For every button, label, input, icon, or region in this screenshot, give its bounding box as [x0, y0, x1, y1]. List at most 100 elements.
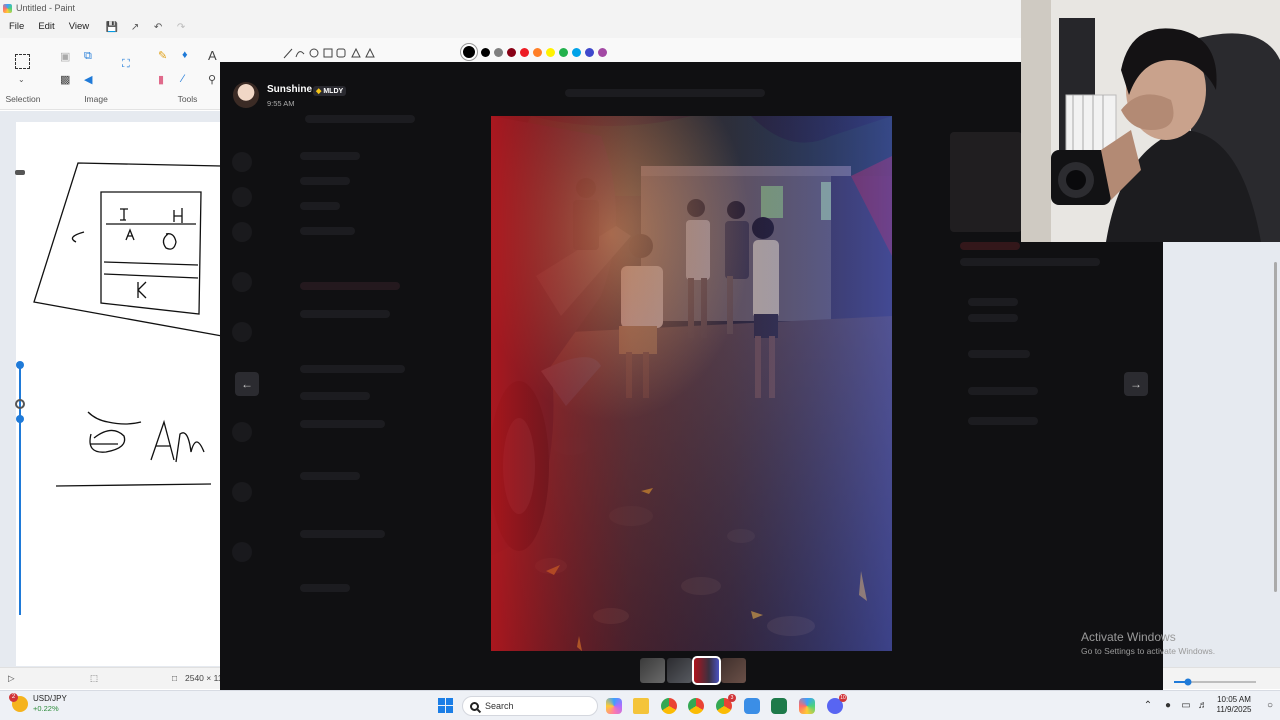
thumbnail[interactable]: [667, 658, 692, 683]
text-icon[interactable]: A: [208, 48, 217, 63]
author-name[interactable]: Sunshine: [267, 84, 312, 95]
server-icon: [232, 322, 252, 342]
taskbar-search[interactable]: Search: [462, 696, 598, 716]
volume-icon[interactable]: ♬: [1197, 700, 1209, 712]
profile-line: [968, 387, 1038, 395]
clock-time: 10:05 AM: [1217, 695, 1251, 704]
night-street-photo: [491, 116, 892, 651]
windows-start-icon[interactable]: [438, 698, 453, 713]
zoom-slider[interactable]: [1170, 678, 1260, 686]
snipping-tool-icon[interactable]: [744, 698, 760, 714]
notification-badge: 10: [839, 694, 847, 702]
channel-row: [305, 115, 415, 123]
channel-row: [300, 202, 340, 210]
server-icon: [232, 152, 252, 172]
chevron-up-icon[interactable]: ⌃: [1142, 700, 1154, 712]
paint-icon[interactable]: [799, 698, 815, 714]
shapes-gallery[interactable]: [282, 46, 382, 60]
avatar[interactable]: [233, 82, 259, 108]
notification-badge: 2: [9, 692, 18, 702]
canvas-size-icon: □: [172, 673, 178, 683]
arrow-right-icon[interactable]: →: [1124, 372, 1148, 396]
tools-label: Tools: [177, 94, 198, 104]
crop-icon[interactable]: ▣: [60, 50, 70, 63]
webcam-image: [1021, 0, 1280, 242]
watermark-title: Activate Windows: [1081, 630, 1176, 644]
notification-badge: 3: [728, 694, 736, 702]
scrollbar-thumb[interactable]: [1274, 262, 1277, 592]
desktop: Untitled - Paint File Edit View 💾 ↗ ↶ ↷ …: [0, 0, 1280, 720]
server-icon: [232, 542, 252, 562]
chrome-icon[interactable]: [661, 698, 677, 714]
undo-icon[interactable]: ↶: [151, 20, 165, 34]
chrome-profile-icon[interactable]: 3: [716, 694, 736, 714]
color-swatch[interactable]: [481, 47, 490, 57]
image-select-icon[interactable]: ⛶: [122, 58, 130, 71]
color-swatch[interactable]: [507, 47, 516, 57]
color-palette: [460, 43, 607, 61]
clock-date: 11/9/2025: [1216, 705, 1252, 714]
selection-icon[interactable]: [15, 54, 30, 69]
primary-color-swatch[interactable]: [460, 43, 478, 61]
arrow-left-icon[interactable]: ←: [235, 372, 259, 396]
channel-row: [300, 472, 360, 480]
image-group: ▣ ⧉ ⛶ ▩ ◀ Image: [50, 38, 142, 110]
discord-icon[interactable]: 10: [827, 694, 847, 714]
network-icon[interactable]: ▭: [1180, 700, 1192, 712]
tag-badge-icon: ◆: [316, 88, 322, 95]
color-swatch[interactable]: [559, 47, 568, 57]
redo-icon[interactable]: ↷: [174, 20, 188, 34]
chrome-icon[interactable]: [688, 698, 704, 714]
ticker-widget[interactable]: 2 USD/JPY +0.22%: [9, 692, 67, 713]
profile-line: [968, 298, 1018, 306]
microphone-icon[interactable]: ●: [1162, 700, 1174, 712]
viewed-photo: [491, 116, 892, 651]
thumbnail[interactable]: [640, 658, 665, 683]
save-icon[interactable]: 💾: [105, 20, 119, 34]
currency-icon: 2: [9, 692, 28, 712]
fill-icon[interactable]: ♦: [182, 49, 188, 61]
server-icon: [232, 222, 252, 242]
pencil-icon[interactable]: ✎: [158, 49, 167, 62]
system-clock[interactable]: 10:05 AM 11/9/2025: [1212, 695, 1256, 715]
selection-group[interactable]: ⌄ Selection: [0, 38, 46, 110]
color-swatch[interactable]: [572, 47, 581, 57]
server-tag: ◆ MLDY: [313, 86, 347, 96]
profile-line: [968, 350, 1030, 358]
server-tag-label: MLDY: [323, 88, 344, 95]
profile-name: [960, 242, 1020, 250]
color-swatch[interactable]: [598, 47, 607, 57]
menu-edit[interactable]: Edit: [31, 16, 61, 38]
eraser-icon[interactable]: ▮: [158, 73, 164, 86]
channel-row: [300, 310, 390, 318]
selection-label: Selection: [5, 94, 41, 104]
server-icon: [232, 422, 252, 442]
flip-icon[interactable]: ◀: [84, 73, 92, 86]
thumbnail-selected[interactable]: [692, 656, 721, 685]
magnifier-icon[interactable]: ⚲: [208, 73, 216, 86]
app-icon[interactable]: [771, 698, 787, 714]
resize-icon[interactable]: ⧉: [84, 50, 92, 63]
notification-bell-icon[interactable]: ○: [1264, 700, 1276, 712]
vertical-scrollbar[interactable]: [1271, 242, 1280, 662]
file-explorer-icon[interactable]: [633, 698, 649, 714]
thumbnail[interactable]: [721, 658, 746, 683]
profile-banner: [950, 132, 1022, 232]
chevron-down-icon[interactable]: ⌄: [18, 75, 25, 84]
rotate-icon[interactable]: ▩: [60, 73, 70, 86]
menu-view[interactable]: View: [62, 16, 96, 38]
color-picker-icon[interactable]: ⁄: [182, 73, 184, 85]
color-swatch[interactable]: [585, 47, 594, 57]
channel-row: [300, 420, 385, 428]
menu-file[interactable]: File: [2, 16, 31, 38]
channel-row: [300, 152, 360, 160]
color-swatch[interactable]: [520, 47, 529, 57]
share-icon[interactable]: ↗: [128, 20, 142, 34]
color-swatch[interactable]: [494, 47, 503, 57]
window-title: Untitled - Paint: [16, 3, 76, 13]
search-icon: [470, 701, 479, 711]
pointer-icon: ▷: [8, 673, 15, 683]
color-swatch[interactable]: [533, 47, 542, 57]
color-swatch[interactable]: [546, 47, 555, 57]
copilot-icon[interactable]: [606, 698, 622, 714]
